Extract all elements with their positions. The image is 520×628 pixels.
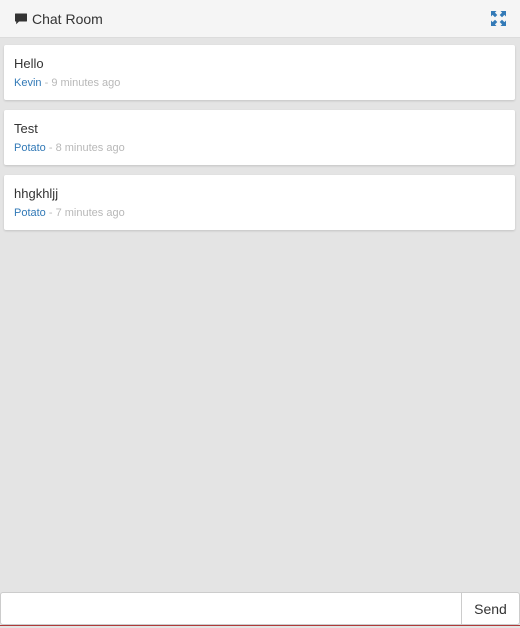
message-text: Hello bbox=[14, 56, 44, 71]
message-timestamp: 9 minutes ago bbox=[51, 77, 121, 89]
chat-header: Chat Room bbox=[0, 0, 520, 38]
message-author-link[interactable]: Potato bbox=[14, 207, 46, 219]
message-list: Hello Kevin - 9 minutes ago Test Potato … bbox=[4, 45, 515, 240]
chat-bubble-icon bbox=[15, 13, 27, 25]
message-composer: Send bbox=[0, 592, 520, 625]
message-timestamp: 7 minutes ago bbox=[55, 207, 125, 219]
message-text: hhgkhljj bbox=[14, 186, 59, 201]
meta-separator: - bbox=[45, 207, 56, 219]
message-item: hhgkhljj Potato - 7 minutes ago bbox=[4, 175, 515, 230]
header-title-group: Chat Room bbox=[14, 10, 103, 28]
message-text: Test bbox=[14, 121, 38, 136]
meta-separator: - bbox=[41, 77, 52, 89]
message-meta: Kevin - 9 minutes ago bbox=[14, 76, 505, 90]
send-button[interactable]: Send bbox=[461, 592, 520, 625]
message-timestamp: 8 minutes ago bbox=[55, 142, 125, 154]
message-item: Hello Kevin - 9 minutes ago bbox=[4, 45, 515, 100]
message-meta: Potato - 8 minutes ago bbox=[14, 141, 505, 155]
page-title: Chat Room bbox=[32, 11, 103, 27]
message-item: Test Potato - 8 minutes ago bbox=[4, 110, 515, 165]
message-input[interactable] bbox=[0, 592, 461, 625]
message-author-link[interactable]: Kevin bbox=[14, 77, 42, 89]
meta-separator: - bbox=[45, 142, 56, 154]
bottom-accent-line bbox=[0, 625, 520, 626]
expand-icon[interactable] bbox=[491, 11, 506, 26]
message-meta: Potato - 7 minutes ago bbox=[14, 206, 505, 220]
message-author-link[interactable]: Potato bbox=[14, 142, 46, 154]
